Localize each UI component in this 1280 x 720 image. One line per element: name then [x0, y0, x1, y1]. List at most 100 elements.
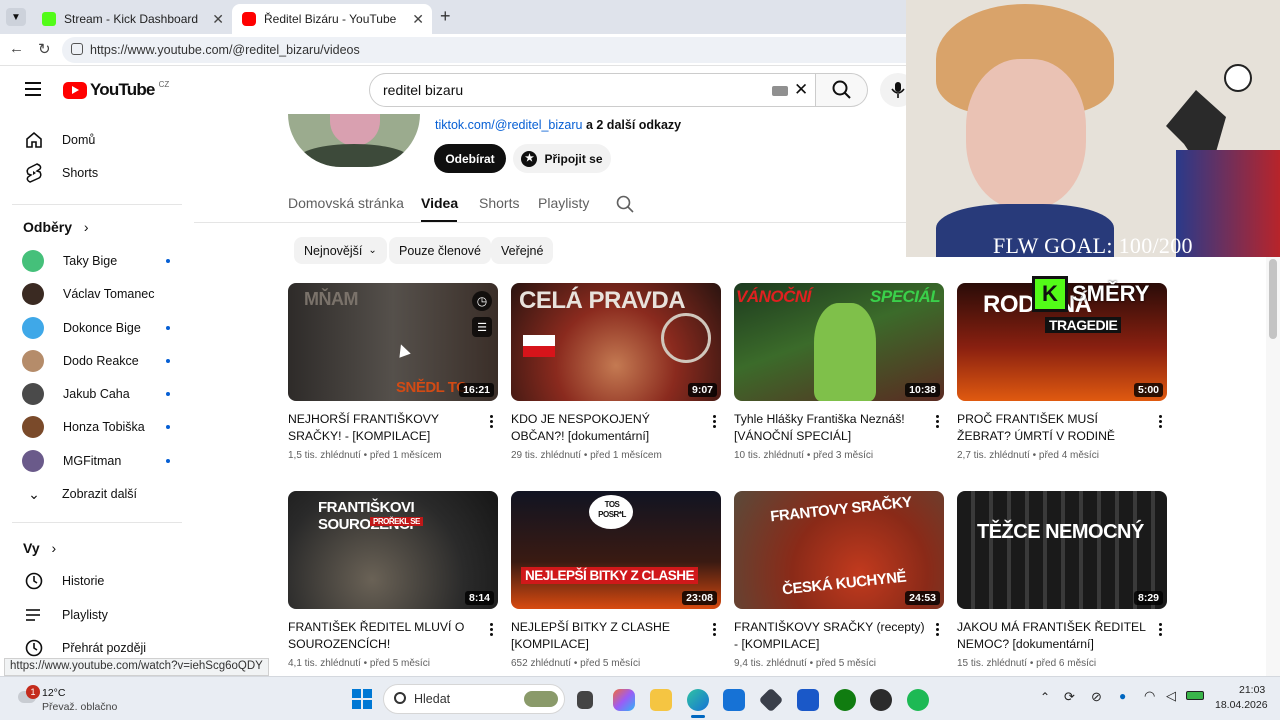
sidebar-item-subscription[interactable]: Dodo Reakce	[12, 344, 184, 378]
video-thumbnail[interactable]: FRANTOVY SRAČKY ČESKÁ KUCHYNĚ 24:53	[734, 491, 944, 609]
youtube-logo[interactable]: YouTube CZ	[63, 80, 169, 100]
browser-tab-kick[interactable]: Stream - Kick Dashboard ✕	[32, 4, 232, 34]
page-scrollbar[interactable]	[1266, 257, 1280, 676]
more-actions-icon[interactable]	[934, 413, 940, 429]
more-links-text[interactable]: a 2 další odkazy	[586, 118, 681, 132]
tab-list-chevron-icon[interactable]: ▼	[6, 8, 26, 26]
xbox-icon[interactable]	[834, 689, 856, 711]
sidebar-item-subscription[interactable]: Dokonce Bige	[12, 311, 184, 345]
battery-icon[interactable]	[1186, 691, 1204, 700]
video-thumbnail[interactable]: CELÁ PRAVDA 9:07	[511, 283, 721, 401]
add-to-queue-icon[interactable]: ☰	[472, 317, 492, 337]
weather-widget[interactable]: 1 12°C Převaž. oblačno	[14, 683, 134, 715]
obs-icon[interactable]	[870, 689, 892, 711]
microphone-icon[interactable]: ●	[1119, 689, 1126, 703]
filter-chip-members[interactable]: Pouze členové	[389, 237, 492, 264]
tab-playlists[interactable]: Playlisty	[538, 195, 589, 211]
video-thumbnail[interactable]: TĚŽCE NEMOCNÝ 8:29	[957, 491, 1167, 609]
tray-chevron-icon[interactable]: ⌃	[1040, 690, 1050, 704]
new-tab-button[interactable]: +	[440, 6, 451, 27]
wifi-icon[interactable]: ◠	[1144, 688, 1155, 704]
sort-chip-newest[interactable]: Nejnovější ⌄	[294, 237, 387, 264]
clock-time[interactable]: 21:03	[1239, 684, 1265, 696]
more-actions-icon[interactable]	[1157, 621, 1163, 637]
playlists-icon	[22, 603, 46, 627]
upload-age: před 1 měsícem	[590, 450, 662, 461]
edge-icon[interactable]	[687, 689, 709, 711]
sidebar-item-playlists[interactable]: Playlisty	[12, 598, 184, 632]
tab-shorts[interactable]: Shorts	[479, 195, 519, 211]
more-actions-icon[interactable]	[711, 621, 717, 637]
video-thumbnail[interactable]: TOS POSR*L NEJLEPŠÍ BITKY Z CLASHE 23:08	[511, 491, 721, 609]
watch-later-icon[interactable]: ◷	[472, 291, 492, 311]
video-duration: 9:07	[687, 383, 717, 397]
sync-icon[interactable]: ⟳	[1064, 689, 1075, 705]
sidebar-item-subscription[interactable]: Taky Bige	[12, 244, 184, 278]
filter-chip-public[interactable]: Veřejné	[491, 237, 554, 264]
windows-start-icon[interactable]	[352, 689, 372, 709]
address-bar[interactable]: https://www.youtube.com/@reditel_bizaru/…	[62, 37, 922, 63]
video-title[interactable]: NEJHORŠÍ FRANTIŠKOVY SRAČKY! - [KOMPILAC…	[288, 411, 480, 445]
store-icon[interactable]	[723, 689, 745, 711]
more-actions-icon[interactable]	[488, 413, 494, 429]
network-off-icon[interactable]: ⊘	[1091, 689, 1102, 705]
more-actions-icon[interactable]	[1157, 413, 1163, 429]
menu-icon[interactable]	[25, 82, 41, 96]
scrollbar-thumb[interactable]	[1269, 259, 1277, 339]
spotify-icon[interactable]	[907, 689, 929, 711]
sidebar-item-label: Dodo Reakce	[63, 354, 139, 368]
subscriptions-heading[interactable]: Odběry ›	[23, 219, 89, 235]
sidebar-item-home[interactable]: Domů	[12, 123, 184, 157]
sidebar-item-subscription[interactable]: MGFitman	[12, 444, 184, 478]
channel-search-icon[interactable]	[616, 195, 634, 218]
video-thumbnail[interactable]: MŇAM SNĚDL TO ◷ ☰ 16:21	[288, 283, 498, 401]
file-explorer-icon[interactable]	[650, 689, 672, 711]
taskbar-search[interactable]: Hledat	[383, 684, 565, 714]
clear-search-icon[interactable]: ✕	[794, 80, 808, 100]
tab-home[interactable]: Domovská stránka	[288, 195, 404, 211]
sidebar-item-subscription[interactable]: Jakub Caha	[12, 377, 184, 411]
tab-videos[interactable]: Videa	[421, 195, 458, 211]
channel-link[interactable]: tiktok.com/@reditel_bizaru	[435, 118, 582, 132]
more-actions-icon[interactable]	[488, 621, 494, 637]
sidebar-item-history[interactable]: Historie	[12, 564, 184, 598]
search-input[interactable]: reditel bizaru ✕	[369, 73, 816, 107]
more-actions-icon[interactable]	[934, 621, 940, 637]
video-meta: 4,1 tis. zhlédnutí • před 5 měsíci	[288, 658, 488, 669]
you-heading[interactable]: Vy ›	[23, 540, 56, 556]
join-button[interactable]: ★ Připojit se	[513, 144, 611, 173]
reload-icon[interactable]: ↻	[38, 40, 51, 58]
show-more-button[interactable]: ⌄ Zobrazit další	[12, 477, 184, 511]
close-tab-icon[interactable]: ✕	[212, 11, 224, 28]
keyboard-icon[interactable]	[772, 86, 788, 96]
video-thumbnail[interactable]: VÁNOČNÍ SPECIÁL 10:38	[734, 283, 944, 401]
sidebar-item-subscription[interactable]: Honza Tobiška	[12, 410, 184, 444]
video-title[interactable]: Tyhle Hlášky Františka Neznáš! [VÁNOČNÍ …	[734, 411, 926, 445]
sidebar-divider	[12, 522, 182, 523]
browser-tab-youtube[interactable]: Ředitel Bizáru - YouTube ✕	[232, 4, 432, 34]
clock-date[interactable]: 18.04.2026	[1215, 699, 1268, 711]
video-thumbnail[interactable]: FRANTIŠKOVI SOUROZENCI PROŘEKL SE 8:14	[288, 491, 498, 609]
thumbnail-text: FRANTOVY SRAČKY	[769, 493, 913, 526]
video-title[interactable]: FRANTIŠEK ŘEDITEL MLUVÍ O SOUROZENCÍCH!	[288, 619, 480, 653]
site-info-icon[interactable]	[71, 43, 83, 55]
search-button[interactable]	[816, 73, 868, 107]
volume-icon[interactable]: ◁	[1166, 688, 1176, 704]
app-icon[interactable]	[797, 689, 819, 711]
video-title[interactable]: PROČ FRANTIŠEK MUSÍ ŽEBRAT? ÚMRTÍ V RODI…	[957, 411, 1149, 445]
sidebar-item-subscription[interactable]: Václav Tomanec	[12, 277, 184, 311]
close-tab-icon[interactable]: ✕	[412, 11, 424, 28]
thumbnail-text: MŇAM	[304, 289, 359, 309]
back-icon[interactable]: ←	[9, 40, 24, 57]
video-title[interactable]: NEJLEPŠÍ BITKY Z CLASHE [KOMPILACE]	[511, 619, 703, 653]
video-title[interactable]: KDO JE NESPOKOJENÝ OBČAN?! [dokumentární…	[511, 411, 703, 445]
more-actions-icon[interactable]	[711, 413, 717, 429]
video-title[interactable]: FRANTIŠKOVY SRAČKY (recepty) - [KOMPILAC…	[734, 619, 926, 653]
sidebar-item-shorts[interactable]: Shorts	[12, 156, 184, 190]
app-icon[interactable]	[758, 687, 784, 713]
video-title[interactable]: JAKOU MÁ FRANTIŠEK ŘEDITEL NEMOC? [dokum…	[957, 619, 1149, 653]
task-view-icon[interactable]	[577, 691, 593, 709]
channel-avatar[interactable]	[288, 114, 420, 167]
subscribe-button[interactable]: Odebírat	[434, 144, 506, 173]
copilot-icon[interactable]	[613, 689, 635, 711]
